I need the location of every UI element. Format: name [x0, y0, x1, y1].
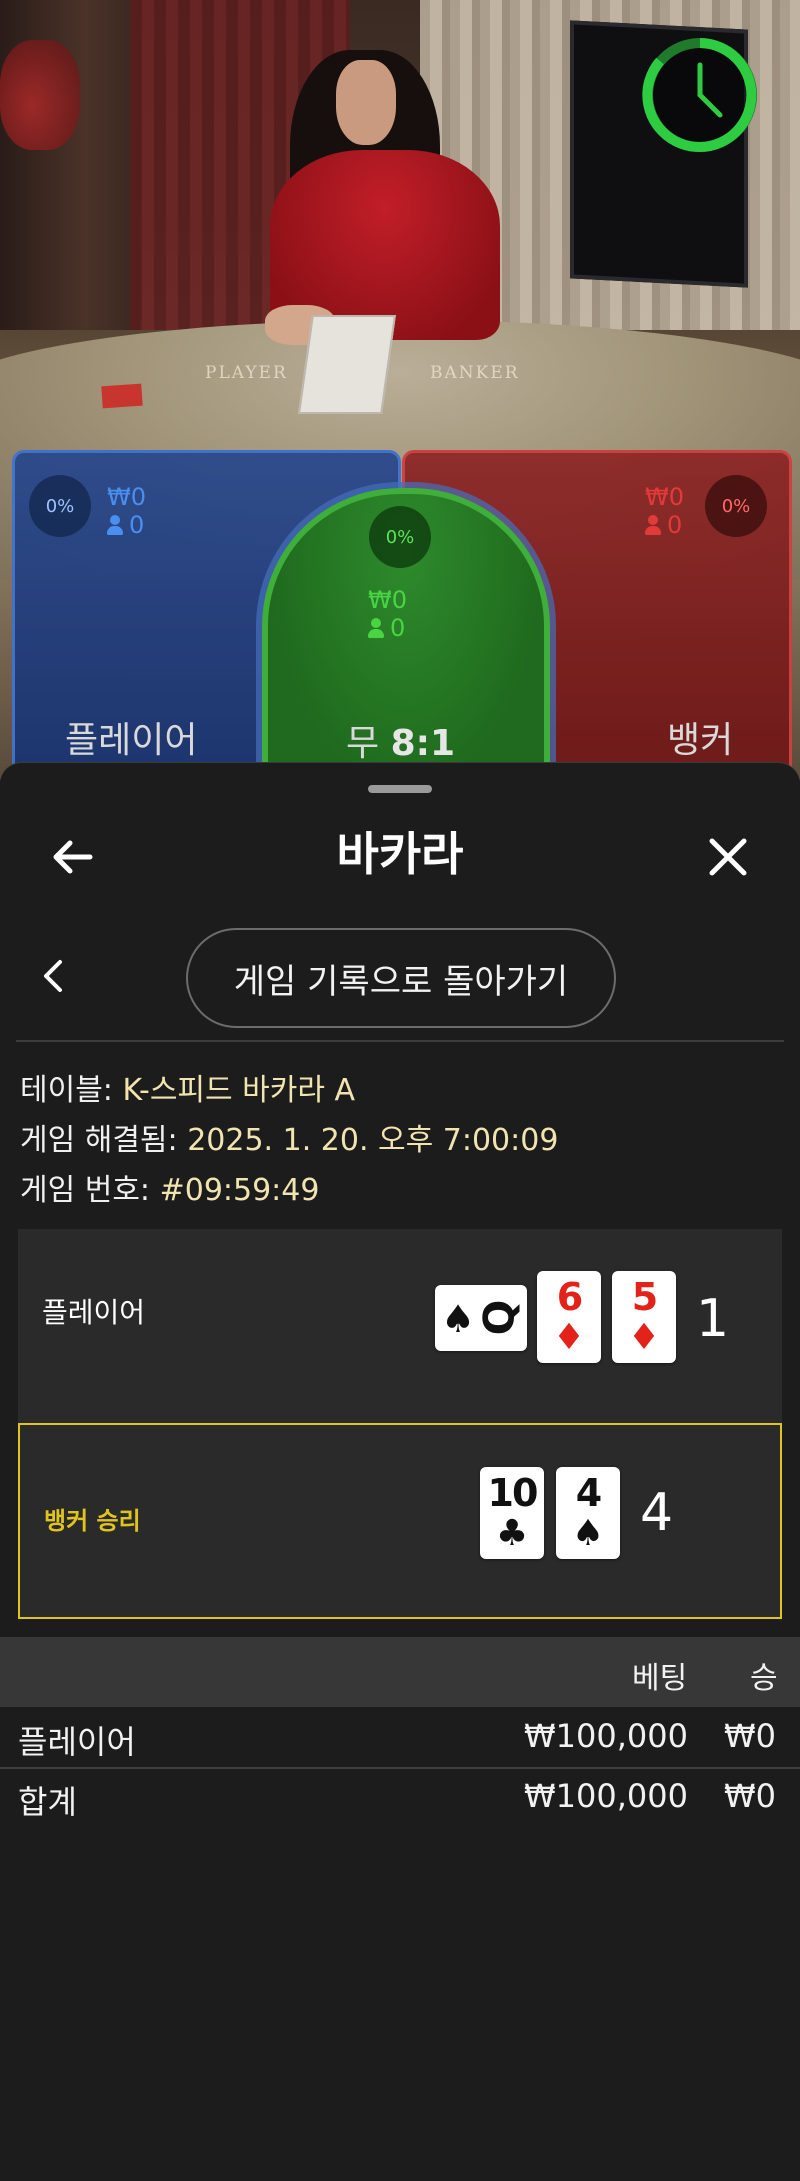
card-suit: ♦	[627, 1317, 661, 1358]
player-count: 0	[129, 511, 145, 539]
card-suit: ♣	[495, 1513, 529, 1554]
info-game-number: 게임 번호: #09:59:49	[20, 1165, 319, 1209]
player-spot-label: 플레이어	[65, 720, 198, 761]
total-bet-amount: ₩100,000	[524, 1777, 688, 1815]
card-rank: 4	[575, 1471, 602, 1515]
table-label: 테이블:	[20, 1073, 113, 1108]
tie-spot-label: 무 8:1	[346, 714, 455, 766]
row-bet-amount: ₩100,000	[524, 1717, 688, 1755]
banker-count: 0	[667, 511, 683, 539]
player-percent: 0%	[29, 475, 91, 537]
row-divider	[0, 1767, 800, 1769]
banker-hand-row: 뱅커 승리 10 ♣ 4 ♠ 4	[18, 1423, 782, 1619]
close-icon[interactable]	[698, 827, 758, 887]
banker-amount: ₩0	[645, 483, 684, 511]
back-to-history-button[interactable]: 게임 기록으로 돌아가기	[186, 928, 616, 1028]
clock-timer-icon	[642, 38, 757, 152]
table-total-row: 합계 ₩100,000 ₩0	[0, 1777, 800, 1835]
card-rank: 10	[487, 1471, 539, 1515]
resolved-label: 게임 해결됨:	[20, 1123, 178, 1158]
sheet-title: 바카라	[336, 827, 464, 881]
game-history-sheet: 바카라 게임 기록으로 돌아가기 테이블: K-스피드 바카라 A 게임 해결됨…	[0, 762, 800, 2181]
tie-count: 0	[390, 614, 406, 642]
total-label: 합계	[18, 1783, 77, 1821]
card-suit: ♦	[552, 1317, 586, 1358]
background-person	[0, 40, 80, 150]
tie-percent: 0%	[369, 506, 431, 568]
banker-percent: 0%	[705, 475, 767, 537]
felt-banker-label: BANKER	[430, 363, 520, 383]
tie-bet-spot[interactable]: 0% ₩0 0 무 8:1	[262, 488, 550, 780]
info-table: 테이블: K-스피드 바카라 A	[20, 1065, 355, 1109]
banker-stats: ₩0 0	[645, 483, 684, 539]
card-rank: 5	[631, 1275, 658, 1319]
bet-column-header: 베팅	[632, 1661, 688, 1696]
card-suit: ♠	[441, 1297, 476, 1341]
player-amount: ₩0	[107, 483, 146, 511]
live-video-feed: PLAYER BANKER 0% ₩0 0 플레이어 0% ₩0 0 뱅커 0%…	[0, 0, 800, 780]
card-rank: Q	[474, 1299, 524, 1336]
game-number-value: #09:59:49	[159, 1173, 320, 1208]
playing-card: 5 ♦	[612, 1271, 676, 1363]
banker-score: 4	[640, 1483, 674, 1543]
game-number-label: 게임 번호:	[20, 1173, 151, 1208]
table-value: K-스피드 바카라 A	[122, 1073, 356, 1108]
playing-card: 10 ♣	[480, 1467, 544, 1559]
bets-table-header: 베팅 승	[0, 1637, 800, 1707]
player-hand-label: 플레이어	[42, 1296, 146, 1329]
card-suit: ♠	[571, 1513, 605, 1554]
tie-payout: 8:1	[390, 723, 456, 764]
dealer-face	[336, 60, 396, 145]
playing-card: 6 ♦	[537, 1271, 601, 1363]
person-icon	[645, 515, 661, 535]
card-rank: 6	[556, 1275, 583, 1319]
person-icon	[368, 618, 384, 638]
resolved-value: 2025. 1. 20. 오후 7:00:09	[187, 1123, 559, 1158]
card-shoe	[298, 315, 396, 414]
player-stats: ₩0 0	[107, 483, 146, 539]
banker-win-label: 뱅커 승리	[44, 1507, 141, 1535]
divider	[16, 1040, 784, 1042]
player-score: 1	[696, 1289, 730, 1349]
playing-card: 4 ♠	[556, 1467, 620, 1559]
win-column-header: 승	[750, 1661, 778, 1696]
tie-stats: ₩0 0	[368, 586, 407, 642]
table-card	[101, 383, 143, 409]
person-icon	[107, 515, 123, 535]
banker-spot-label: 뱅커	[667, 720, 734, 761]
info-resolved: 게임 해결됨: 2025. 1. 20. 오후 7:00:09	[20, 1115, 558, 1159]
tie-name: 무	[346, 723, 380, 764]
row-bet-name: 플레이어	[18, 1723, 136, 1761]
chevron-left-icon[interactable]	[24, 946, 84, 1006]
row-win-amount: ₩0	[724, 1717, 776, 1755]
total-win-amount: ₩0	[724, 1777, 776, 1815]
felt-player-label: PLAYER	[205, 363, 288, 383]
player-hand-row: 플레이어 ♠ Q 6 ♦ 5 ♦ 1	[18, 1229, 782, 1425]
sheet-drag-handle[interactable]	[368, 785, 432, 793]
tie-amount: ₩0	[368, 586, 407, 614]
playing-card: ♠ Q	[435, 1285, 527, 1351]
